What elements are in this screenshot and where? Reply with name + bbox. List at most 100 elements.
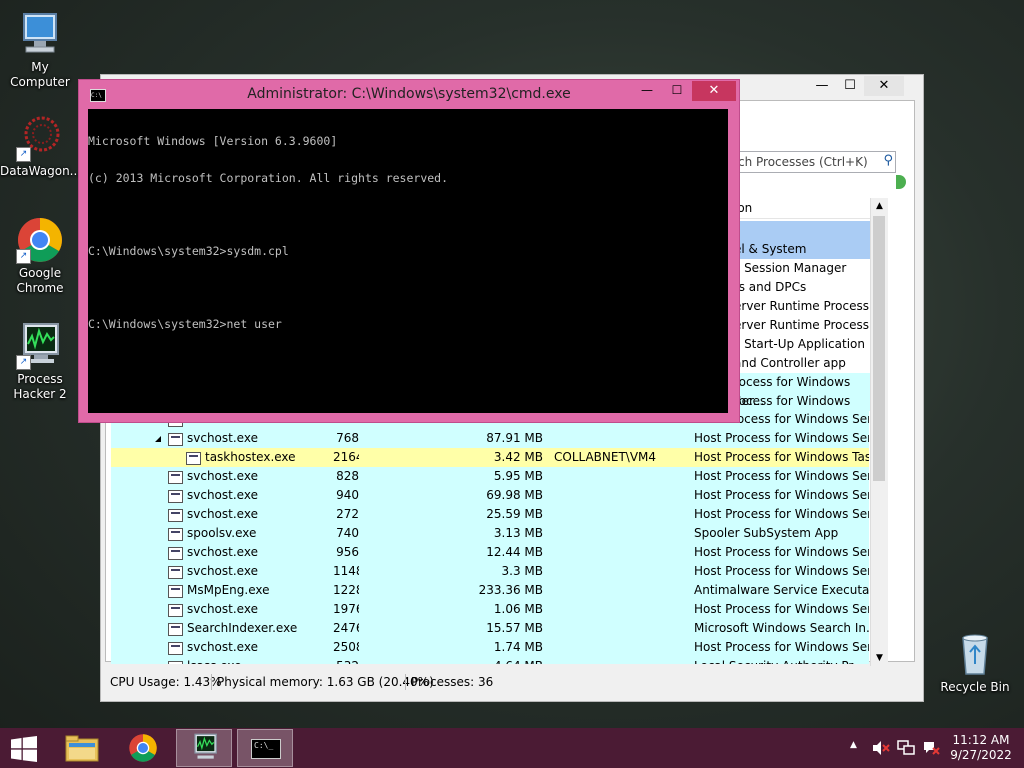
process-name: spoolsv.exe xyxy=(187,526,257,540)
process-private-bytes: 69.98 MB xyxy=(486,488,543,502)
table-row[interactable]: svchost.exe 940 69.98 MB Host Process for W… xyxy=(111,486,869,505)
process-private-bytes: 4.64 MB xyxy=(443,657,543,664)
vertical-scrollbar[interactable]: ▲ ▼ xyxy=(870,198,888,666)
process-private-bytes: 3.42 MB xyxy=(493,450,543,464)
search-icon[interactable]: ⚲ xyxy=(883,153,893,168)
command-prompt-button[interactable]: C:\_ xyxy=(237,729,293,767)
process-pid: 2476 xyxy=(333,621,359,635)
process-description: Host Process for Windows Ser... xyxy=(694,507,869,521)
process-name: svchost.exe xyxy=(187,488,258,502)
clock-time: 11:12 AM xyxy=(952,733,1010,747)
table-row[interactable]: taskhostex.exe21643.42 MBCOLLABNET\VM4Ho… xyxy=(111,448,869,467)
action-center-icon[interactable] xyxy=(922,740,940,756)
scroll-down-arrow-icon[interactable]: ▼ xyxy=(871,650,888,666)
process-hacker-icon: ↗ xyxy=(16,322,64,370)
maximize-button[interactable]: ☐ xyxy=(662,80,692,100)
process-icon xyxy=(168,433,183,446)
process-description: Host Process for Windows Ser... xyxy=(694,545,869,559)
process-private-bytes: 25.59 MB xyxy=(486,507,543,521)
table-row[interactable]: spoolsv.exe 740 3.13 MB Spooler SubSystem A… xyxy=(111,524,869,543)
desktop-icon-label-line2: Chrome xyxy=(16,281,64,295)
cpu-usage: CPU Usage: 1.43% xyxy=(110,675,222,689)
process-icon xyxy=(168,604,183,617)
process-pid: 828 xyxy=(336,469,359,483)
process-name: svchost.exe xyxy=(187,640,258,654)
process-description: Antimalware Service Executable xyxy=(694,583,869,597)
process-icon xyxy=(168,471,183,484)
process-description: Spooler SubSystem App xyxy=(694,526,839,540)
volume-muted-icon[interactable] xyxy=(872,740,890,756)
chrome-icon: ↗ xyxy=(16,216,64,264)
process-description: Host Process for Windows Ser... xyxy=(694,602,869,616)
process-pid: 2164 xyxy=(333,450,359,464)
table-row[interactable]: svchost.exe 1976 1.06 MB Host Process for W… xyxy=(111,600,869,619)
minimize-button[interactable]: — xyxy=(632,80,662,100)
computer-icon xyxy=(16,10,64,58)
show-hidden-icons-button[interactable]: ▲ xyxy=(850,740,857,750)
process-pid: 956 xyxy=(336,545,359,559)
status-bar: CPU Usage: 1.43% Physical memory: 1.63 G… xyxy=(101,670,921,694)
table-row[interactable]: svchost.exe 2508 1.74 MB Host Process for W… xyxy=(111,638,869,657)
process-description: Microsoft Windows Search In... xyxy=(694,621,869,635)
process-hacker-icon xyxy=(194,733,217,759)
search-placeholder: ch Processes (Ctrl+K) xyxy=(738,155,868,169)
shortcut-arrow-icon: ↗ xyxy=(16,249,31,264)
desktop-icon-google-chrome[interactable]: ↗ Google Chrome xyxy=(0,216,80,296)
process-pid: 1228 xyxy=(333,583,359,597)
desktop-icon-datawagon[interactable]: ↗ DataWagon... xyxy=(0,114,82,179)
desktop-icon-label: DataWagon... xyxy=(0,164,82,178)
process-pid: 768 xyxy=(336,431,359,445)
network-icon[interactable] xyxy=(897,740,915,756)
chrome-icon xyxy=(129,734,157,762)
process-private-bytes: 5.95 MB xyxy=(493,469,543,483)
close-button[interactable]: ✕ xyxy=(864,76,904,96)
table-row[interactable]: lsass.exe532 4.64 MB Local Security Author… xyxy=(111,657,869,664)
file-explorer-button[interactable] xyxy=(54,729,110,767)
process-name: SearchIndexer.exe xyxy=(187,621,298,635)
process-icon xyxy=(168,547,183,560)
scrollbar-thumb[interactable] xyxy=(873,216,885,481)
cmd-console[interactable]: Microsoft Windows [Version 6.3.9600] (c)… xyxy=(88,109,728,413)
process-private-bytes: 12.44 MB xyxy=(486,545,543,559)
table-row[interactable]: SearchIndexer.exe 2476 15.57 MB Microsoft W… xyxy=(111,619,869,638)
minimize-button[interactable]: — xyxy=(808,76,836,96)
table-row[interactable]: ◢ svchost.exe 768 87.91 MB Host Process for … xyxy=(111,429,869,448)
clock[interactable]: 11:12 AM 9/27/2022 xyxy=(944,733,1018,763)
physical-memory: Physical memory: 1.63 GB (20.40%) xyxy=(217,675,434,689)
process-hacker-button[interactable] xyxy=(176,729,232,767)
column-header-description[interactable]: ion xyxy=(734,198,870,219)
process-pid: 1148 xyxy=(333,564,359,578)
close-button[interactable]: ✕ xyxy=(692,81,736,101)
table-row[interactable]: svchost.exe 956 12.44 MB Host Process for W… xyxy=(111,543,869,562)
process-user: COLLABNET\VM4 xyxy=(554,450,657,464)
start-button[interactable] xyxy=(0,729,50,767)
process-icon xyxy=(168,642,183,655)
table-row[interactable]: svchost.exe 272 25.59 MB Host Process for W… xyxy=(111,505,869,524)
process-private-bytes: 3.3 MB xyxy=(501,564,543,578)
process-icon xyxy=(186,452,201,465)
desktop-icon-process-hacker[interactable]: ↗ Process Hacker 2 xyxy=(0,322,80,402)
process-pid: 272 xyxy=(336,507,359,521)
google-chrome-button[interactable] xyxy=(115,729,171,767)
process-private-bytes: 1.74 MB xyxy=(493,640,543,654)
table-row[interactable]: svchost.exe 1148 3.3 MB Host Process for Wi… xyxy=(111,562,869,581)
console-line: (c) 2013 Microsoft Corporation. All righ… xyxy=(88,171,449,185)
maximize-button[interactable]: ☐ xyxy=(836,76,864,96)
table-row[interactable]: svchost.exe 828 5.95 MB Host Process for Wi… xyxy=(111,467,869,486)
expander-icon[interactable]: ◢ xyxy=(155,429,161,448)
desktop-icon-my-computer[interactable]: My Computer xyxy=(0,10,80,90)
table-row[interactable]: MsMpEng.exe 1228 233.36 MB Antimalware Serv… xyxy=(111,581,869,600)
search-processes-box[interactable]: ch Processes (Ctrl+K) ⚲ xyxy=(734,151,896,173)
desktop-icon-label: My Computer xyxy=(10,60,70,89)
process-icon xyxy=(168,490,183,503)
window-controls: — ☐ ✕ xyxy=(808,76,904,96)
desktop-icon-recycle-bin[interactable]: Recycle Bin xyxy=(935,630,1015,695)
process-pid: 2508 xyxy=(333,640,359,654)
taskbar: C:\_ ▲ 11:12 AM 9/27/2022 xyxy=(0,728,1024,768)
process-icon xyxy=(168,623,183,636)
cmd-icon: C:\_ xyxy=(251,739,281,759)
process-count: Processes: 36 xyxy=(411,675,494,689)
scroll-up-arrow-icon[interactable]: ▲ xyxy=(871,198,888,214)
green-indicator-icon xyxy=(896,175,906,189)
